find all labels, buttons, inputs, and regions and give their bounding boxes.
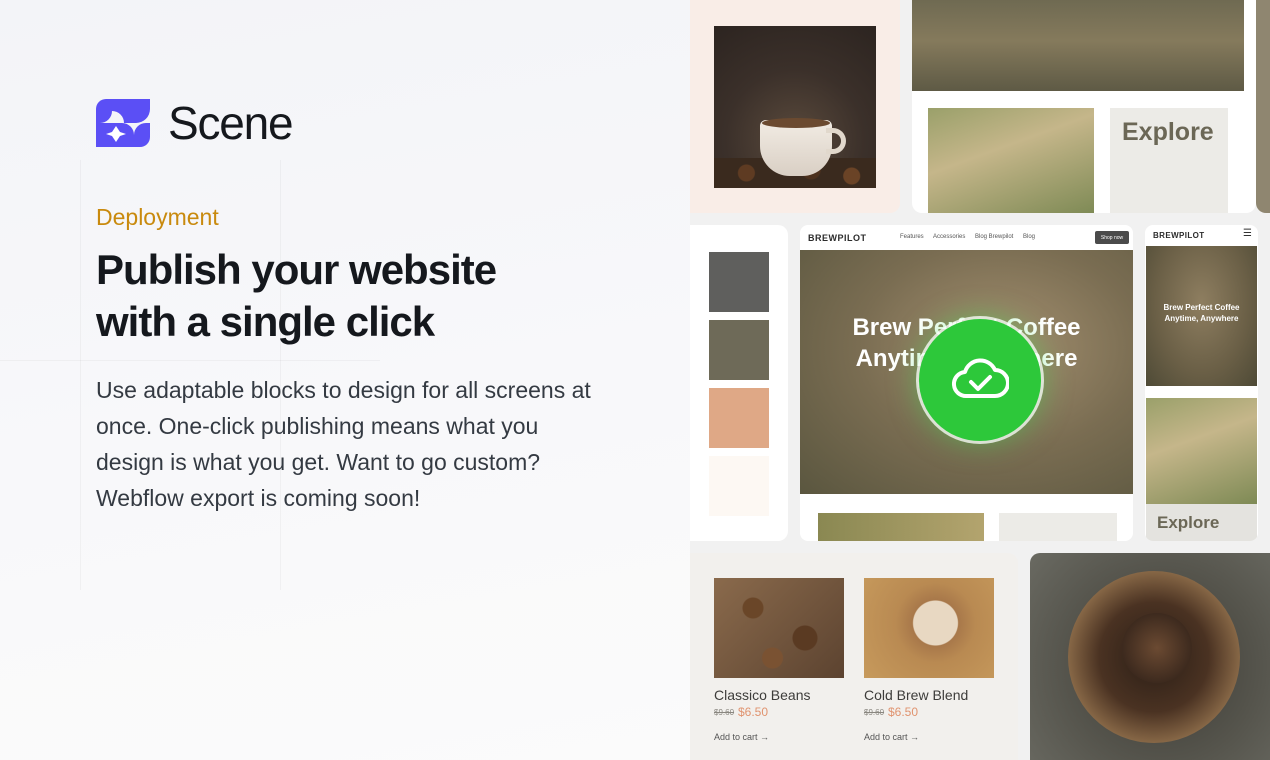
iced-coffee-photo [1030,553,1270,760]
product-price: $6.50 [888,705,919,719]
nav-link[interactable]: Blog Brewpilot [975,234,1013,240]
explore-label: Explore [1122,118,1214,146]
hero-description: Use adaptable blocks to design for all s… [96,377,591,511]
grid-line [0,360,380,361]
product-image-beans[interactable] [714,578,844,678]
edge-card [1256,0,1270,213]
product-image-cold-brew[interactable] [864,578,994,678]
add-to-cart-link[interactable]: Add to cart → [864,732,919,742]
nav-link[interactable]: Blog [1023,234,1035,240]
menu-icon[interactable]: ☰ [1243,228,1252,239]
page-headline: Publish your website with a single click [96,244,616,348]
hero-title-line: Brew Perfect Coffee [1163,303,1240,312]
hero-title-line: Anytime, Anywhere [1164,314,1239,323]
add-to-cart-link[interactable]: Add to cart → [714,732,769,742]
swatch-0[interactable] [709,252,769,312]
mobile-site-mockup: BREWPILOT ☰ Brew Perfect Coffee Anytime,… [1145,225,1258,541]
product-name[interactable]: Cold Brew Blend [864,687,968,703]
nav-link[interactable]: Features [900,234,924,240]
brand: Scene [96,96,294,150]
section-eyebrow: Deployment [96,204,219,230]
coffee-foam [1122,613,1192,683]
site-logo[interactable]: BREWPILOT [808,233,867,243]
cup-rim [762,118,830,128]
mobile-hero-title: Brew Perfect Coffee Anytime, Anywhere [1146,302,1257,324]
explore-tile: Explore [1110,108,1228,213]
hammock-photo [928,108,1094,213]
site-thumbnail [999,513,1117,541]
site-nav: BREWPILOT Features Accessories Blog Brew… [800,225,1133,250]
product-old-price: $9.60 [714,708,735,717]
mobile-explore-tile: Explore [1146,504,1257,541]
headline-line: with a single click [96,298,435,345]
brand-name: Scene [168,97,294,149]
shop-now-button[interactable]: Shop now [1095,231,1129,244]
cup [760,120,832,176]
headline-line: Publish your website [96,246,497,293]
product-old-price: $9.60 [864,708,885,717]
cloud-check-icon [952,358,1009,399]
publish-success-badge [919,319,1041,441]
scene-logo-icon [96,99,150,147]
color-palette [690,225,788,541]
cup-handle [826,128,846,154]
grid-line [80,160,81,590]
left-panel: Scene Deployment Publish your website wi… [0,0,690,760]
product-price: $6.50 [738,705,769,719]
product-name[interactable]: Classico Beans [714,687,811,703]
explore-label: Explore [1157,513,1220,532]
greenhouse-photo [912,0,1244,91]
nav-link[interactable]: Accessories [933,234,965,240]
mobile-logo[interactable]: BREWPILOT [1153,231,1205,240]
coffee-cup-photo [714,26,876,188]
swatch-1[interactable] [709,320,769,380]
site-preview-top: Explore [912,0,1256,213]
mobile-hero: Brew Perfect Coffee Anytime, Anywhere [1146,246,1257,386]
site-thumbnail [818,513,984,541]
swatch-2[interactable] [709,388,769,448]
coffee-cup-card [690,0,900,213]
mobile-hammock-photo [1146,398,1257,504]
swatch-3[interactable] [709,456,769,516]
product-grid: Classico Beans $9.60 $6.50 Add to cart →… [690,553,1018,760]
